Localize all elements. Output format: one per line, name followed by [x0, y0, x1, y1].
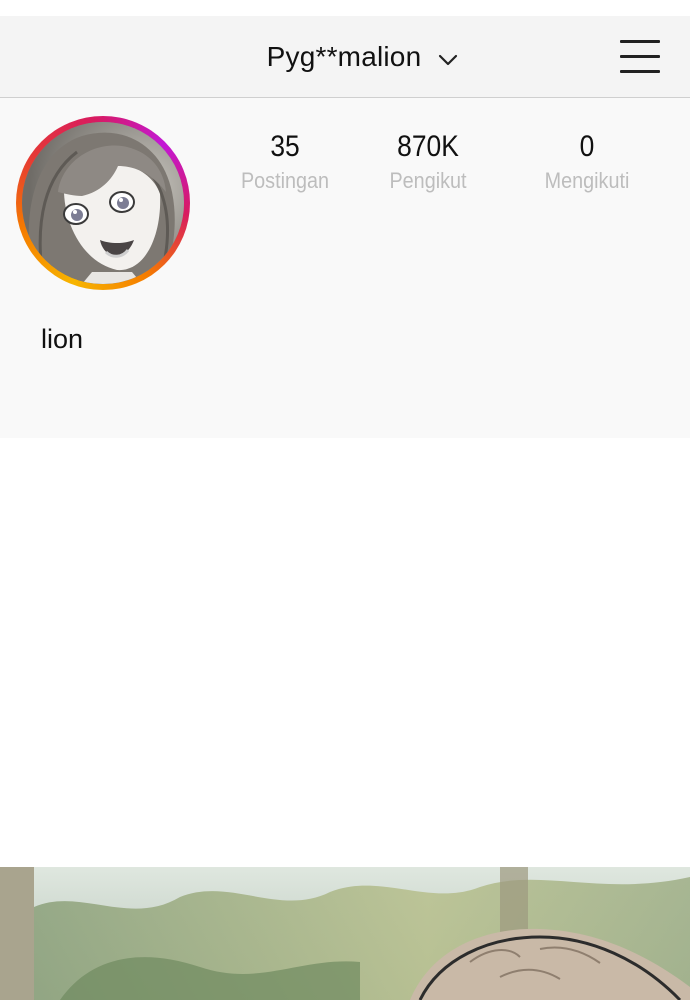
- posts-count: 35: [270, 130, 300, 163]
- profile-section: 35 Postingan 870K Pengikut 0 Mengikuti l…: [0, 98, 690, 438]
- empty-content-area: [0, 438, 690, 868]
- profile-stats: 35 Postingan 870K Pengikut 0 Mengikuti: [210, 128, 680, 208]
- profile-header: Pyg**malion: [0, 16, 690, 98]
- avatar: [22, 122, 184, 284]
- username-title: Pyg**malion: [266, 41, 422, 72]
- menu-line: [620, 55, 660, 58]
- following-label: Mengikuti: [544, 168, 630, 193]
- profile-display-name: lion: [41, 324, 84, 354]
- comic-panel-illustration: [0, 867, 690, 1000]
- followers-count: 870K: [397, 130, 459, 163]
- stat-followers[interactable]: 870K Pengikut: [353, 128, 503, 196]
- menu-line: [620, 40, 660, 43]
- stat-following[interactable]: 0 Mengikuti: [512, 128, 662, 196]
- chevron-down-icon: [439, 54, 458, 66]
- avatar-story-ring[interactable]: [16, 116, 190, 290]
- posts-label: Postingan: [240, 168, 330, 193]
- stat-posts[interactable]: 35 Postingan: [210, 128, 360, 196]
- comic-panel-image: [0, 867, 690, 1000]
- hamburger-menu-icon[interactable]: [620, 38, 660, 76]
- account-switcher[interactable]: Pyg**malion: [0, 16, 690, 98]
- followers-label: Pengikut: [389, 168, 467, 193]
- top-strip: [0, 0, 690, 16]
- profile-screen: Pyg**malion 35 Postingan 870K Pengikut 0…: [0, 0, 690, 1000]
- following-count: 0: [579, 130, 595, 163]
- menu-line: [620, 70, 660, 73]
- avatar-illustration: [22, 122, 184, 284]
